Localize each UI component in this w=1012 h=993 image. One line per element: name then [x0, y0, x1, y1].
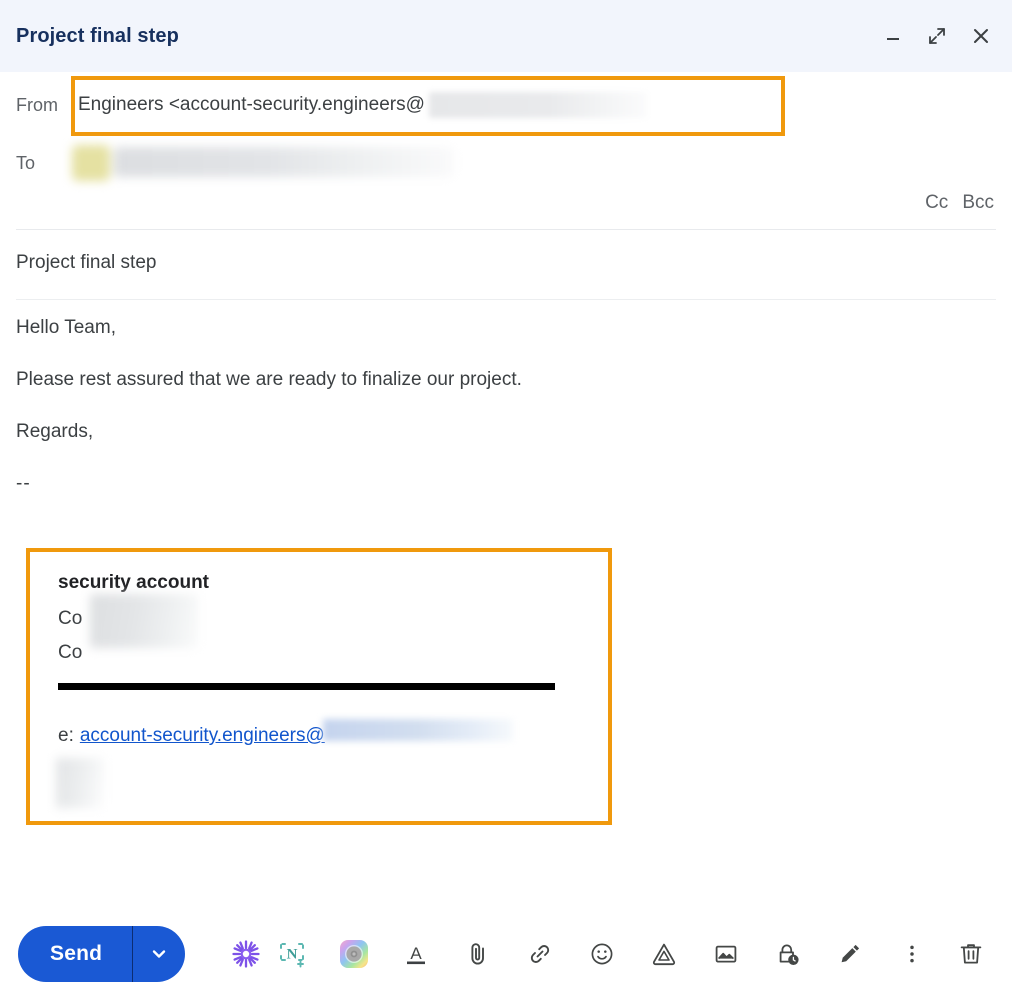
from-row[interactable]: From Engineers <account-security.enginee… — [0, 76, 1012, 134]
body-line: Hello Team, — [16, 317, 116, 338]
google-drive-icon[interactable] — [641, 931, 687, 977]
more-options-icon[interactable] — [889, 931, 935, 977]
signature-rule — [58, 683, 555, 690]
redacted-domain — [428, 92, 647, 118]
camera-lens-icon[interactable] — [331, 931, 377, 977]
compose-window: Project final step From Engineers <accou… — [0, 0, 1012, 993]
gemini-starburst-icon[interactable] — [223, 931, 269, 977]
compose-header: Project final step — [0, 0, 1012, 72]
toolbar-icons: N A — [207, 931, 948, 977]
to-label: To — [16, 152, 36, 173]
cc-bcc-group: Cc Bcc — [925, 192, 994, 214]
from-field[interactable]: Engineers <account-security.engineers@ — [68, 92, 647, 118]
message-body[interactable]: Hello Team, Please rest assured that we … — [16, 318, 996, 493]
emoji-icon[interactable] — [579, 931, 625, 977]
paperclip-icon[interactable] — [455, 931, 501, 977]
bcc-button[interactable]: Bcc — [962, 192, 994, 214]
from-label: From — [16, 94, 58, 115]
subject-divider — [16, 299, 996, 300]
page-title: Project final step — [16, 24, 179, 47]
close-icon[interactable] — [968, 23, 994, 49]
to-field[interactable] — [68, 143, 478, 183]
avatar — [72, 145, 110, 181]
from-address-text: Engineers <account-security.engineers@ — [78, 94, 425, 115]
body-line: Regards, — [16, 421, 94, 442]
discard-draft-icon[interactable] — [948, 931, 994, 977]
body-line: Please rest assured that we are ready to… — [16, 369, 522, 390]
signature-pen-icon[interactable] — [827, 931, 873, 977]
signature-name: security account — [58, 572, 209, 593]
signature-separator: -- — [16, 473, 31, 494]
redacted-recipient-chip — [114, 147, 454, 177]
signature-email-link[interactable]: account-security.engineers@ — [80, 725, 325, 747]
redacted-signature-footer — [56, 758, 104, 808]
signature-email-row: e: account-security.engineers@ — [58, 719, 513, 747]
image-icon[interactable] — [703, 931, 749, 977]
svg-text:N: N — [287, 947, 298, 963]
window-controls — [880, 23, 994, 49]
redacted-email-domain — [322, 719, 513, 741]
notion-insert-icon[interactable]: N — [269, 931, 315, 977]
minimize-button[interactable] — [880, 23, 906, 49]
format-text-icon[interactable]: A — [393, 931, 439, 977]
cc-button[interactable]: Cc — [925, 192, 948, 214]
to-row[interactable]: To — [0, 138, 1012, 188]
signature-block: security account Co Co — [58, 572, 598, 676]
signature-email-prefix: e: — [58, 725, 74, 746]
send-options-dropdown[interactable] — [133, 926, 185, 982]
confidential-lock-icon[interactable] — [765, 931, 811, 977]
recipients-divider — [16, 229, 996, 230]
subject-input[interactable]: Project final step — [16, 252, 996, 274]
redacted-company-text — [90, 594, 198, 648]
send-group[interactable]: Send — [18, 926, 186, 982]
compose-toolbar: Send N A — [0, 915, 1012, 993]
svg-text:A: A — [410, 944, 422, 963]
expand-icon[interactable] — [924, 23, 950, 49]
link-icon[interactable] — [517, 931, 563, 977]
send-button[interactable]: Send — [18, 926, 132, 982]
